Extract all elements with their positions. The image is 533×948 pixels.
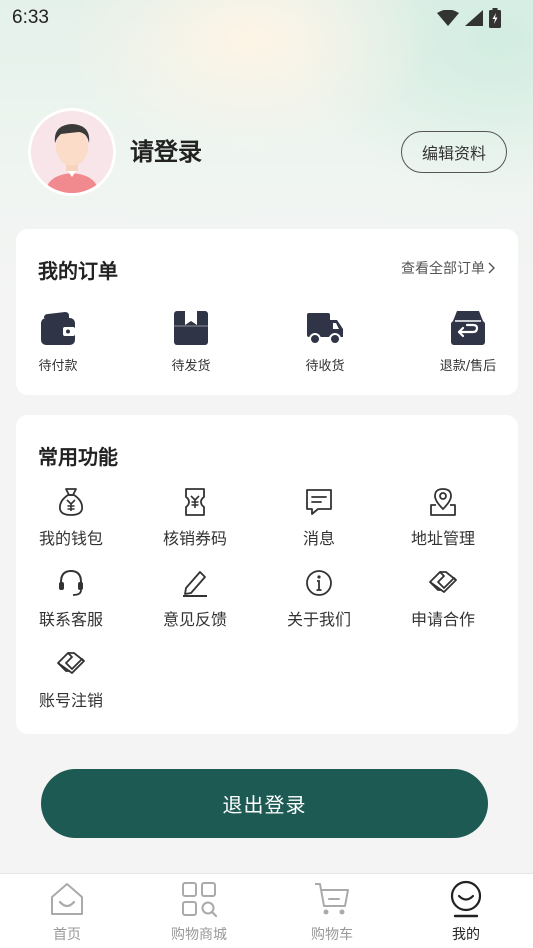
func-about[interactable]: 关于我们 [264,568,374,630]
edit-icon [183,571,207,597]
func-delete-account[interactable]: 账号注销 [16,649,126,711]
func-cooperation-label: 申请合作 [410,610,475,629]
profile-icon [450,880,482,918]
profile-section: 请登录 编辑资料 [28,108,508,196]
tab-mall-label: 购物商城 [171,927,227,943]
func-wallet-label: 我的钱包 [38,529,103,548]
func-messages-label: 消息 [302,529,335,548]
tab-profile[interactable]: 我的 [416,880,516,944]
cart-icon [315,883,349,915]
order-refund-label: 退款/售后 [439,359,497,374]
home-icon [51,883,83,915]
tab-profile-label: 我的 [452,927,480,943]
func-feedback[interactable]: 意见反馈 [140,568,250,630]
tab-mall[interactable]: 购物商城 [149,880,249,944]
order-refund[interactable]: 退款/售后 [428,309,508,374]
view-all-orders-label: 查看全部订单 [401,261,485,277]
func-feedback-label: 意见反馈 [162,610,227,629]
functions-card: 常用功能 我的钱包 核销券码 消息 地址管理 联系客服 意见反馈 关于我们 申请… [16,415,518,734]
order-pending-shipment-label: 待发货 [171,359,211,374]
edit-profile-button[interactable]: 编辑资料 [401,131,507,173]
avatar-icon [31,111,113,193]
functions-title: 常用功能 [38,445,118,469]
wifi-icon [437,10,459,26]
func-messages[interactable]: 消息 [264,487,374,549]
func-wallet[interactable]: 我的钱包 [16,487,126,549]
truck-icon [307,313,343,345]
info-icon [306,570,332,596]
func-cooperation[interactable]: 申请合作 [388,568,498,630]
func-delete-account-label: 账号注销 [38,691,103,710]
orders-card: 我的订单 查看全部订单 待付款 待发货 待收货 退款/售后 [16,229,518,395]
bottom-tab-bar: 首页 购物商城 购物车 我的 [0,873,533,948]
message-icon [306,489,332,515]
func-coupon[interactable]: 核销券码 [140,487,250,549]
func-customer-service-label: 联系客服 [38,610,103,629]
order-pending-receipt-label: 待收货 [305,359,345,374]
signal-icon [465,10,483,26]
tab-home-label: 首页 [53,927,81,943]
orders-title: 我的订单 [38,259,118,283]
view-all-orders-link[interactable]: 查看全部订单 [401,258,496,278]
battery-icon [489,8,501,28]
order-pending-receipt[interactable]: 待收货 [285,309,365,374]
func-address[interactable]: 地址管理 [388,487,498,549]
map-pin-icon [430,488,456,516]
login-prompt[interactable]: 请登录 [130,132,202,167]
tab-home[interactable]: 首页 [17,880,117,944]
tab-cart-label: 购物车 [311,927,353,943]
order-pending-payment[interactable]: 待付款 [18,309,98,374]
order-pending-shipment[interactable]: 待发货 [151,309,231,374]
func-address-label: 地址管理 [410,529,475,548]
coupon-icon [185,488,205,516]
avatar[interactable] [28,108,116,196]
func-about-label: 关于我们 [286,610,351,629]
handshake-icon [429,571,457,593]
func-customer-service[interactable]: 联系客服 [16,568,126,630]
grid-search-icon [182,882,218,918]
money-bag-icon [59,488,83,516]
chevron-right-icon [488,262,495,274]
order-pending-payment-label: 待付款 [38,359,78,374]
logout-button[interactable]: 退出登录 [41,769,488,838]
status-time: 6:33 [12,7,49,28]
status-icons [437,8,501,28]
headset-icon [59,569,83,596]
package-icon [174,311,208,345]
func-coupon-label: 核销券码 [162,529,227,548]
status-bar: 6:33 [0,0,533,36]
handshake-icon [57,652,85,674]
tab-cart[interactable]: 购物车 [282,880,382,944]
wallet-icon [41,312,75,345]
refund-icon [451,311,485,345]
